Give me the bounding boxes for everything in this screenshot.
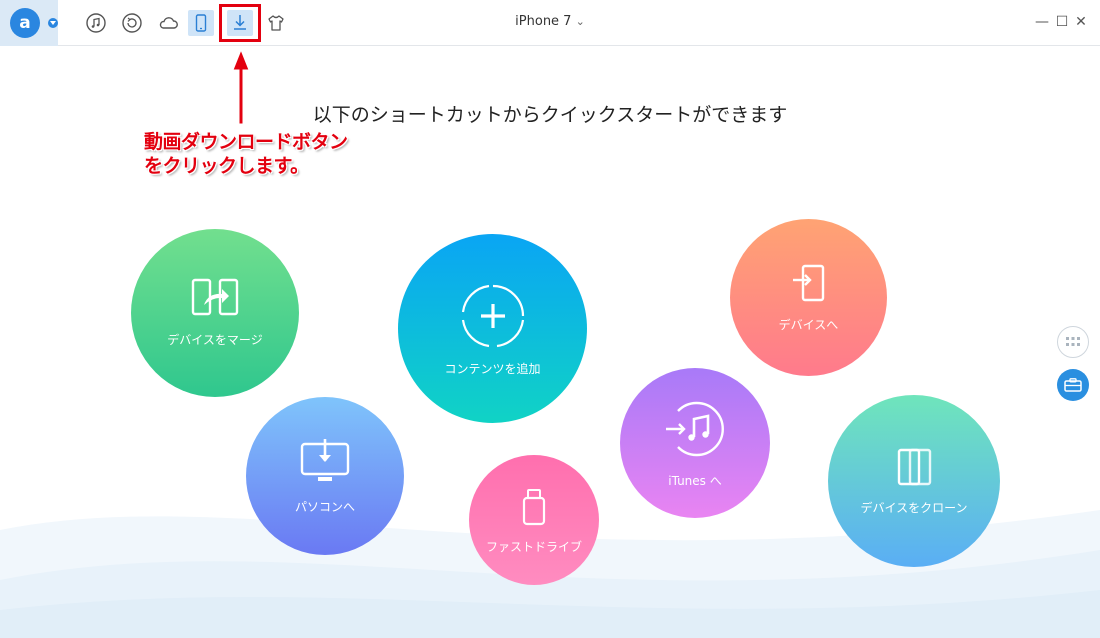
to-itunes-label: iTunes へ [668, 474, 722, 488]
cloud-icon[interactable] [155, 10, 181, 36]
to-computer-icon [300, 439, 350, 481]
to-device-button[interactable]: デバイスへ [730, 219, 887, 376]
flash-drive-icon [522, 489, 546, 526]
add-content-icon [461, 284, 524, 348]
restore-icon[interactable] [119, 10, 145, 36]
top-toolbar: a iPhone 7 ⌄ — ☐ ✕ [0, 0, 1100, 46]
toolbox-icon [1064, 378, 1082, 392]
annotation-line-1: 動画ダウンロードボタン [144, 131, 348, 153]
merge-devices-icon [191, 278, 239, 316]
music-icon[interactable] [83, 10, 109, 36]
clone-device-icon [897, 448, 932, 486]
device-selector[interactable]: iPhone 7 ⌄ [500, 14, 600, 29]
merge-devices-label: デバイスをマージ [167, 333, 263, 347]
add-content-label: コンテンツを追加 [444, 362, 541, 376]
to-device-icon [792, 264, 824, 302]
annotation-line-2: をクリックします。 [144, 155, 309, 177]
flash-drive-label: ファストドライブ [485, 540, 582, 554]
to-computer-label: パソコンへ [294, 500, 355, 514]
grid-view-button[interactable] [1057, 326, 1089, 358]
merge-devices-button[interactable]: デバイスをマージ [131, 229, 299, 397]
page-headline: 以下のショートカットからクイックスタートができます [312, 104, 788, 126]
annotation-callout: 動画ダウンロードボタン をクリックします。 [144, 130, 348, 178]
tshirt-icon[interactable] [263, 10, 289, 36]
to-itunes-button[interactable]: iTunes へ [620, 368, 770, 518]
annotation-arrow-icon [232, 48, 250, 125]
device-name: iPhone 7 [515, 14, 572, 29]
chevron-down-icon: ⌄ [575, 15, 585, 28]
maximize-button[interactable]: ☐ [1054, 13, 1070, 31]
to-itunes-icon [666, 401, 724, 457]
logo-menu-caret-icon[interactable] [48, 18, 58, 28]
to-computer-button[interactable]: パソコンへ [246, 397, 404, 555]
phone-icon[interactable] [188, 10, 214, 36]
clone-device-button[interactable]: デバイスをクローン [828, 395, 1000, 567]
flash-drive-button[interactable]: ファストドライブ [469, 455, 599, 585]
toolbox-button[interactable] [1057, 369, 1089, 401]
minimize-button[interactable]: — [1034, 13, 1050, 31]
grid-icon [1066, 337, 1080, 346]
add-content-button[interactable]: コンテンツを追加 [398, 234, 587, 423]
to-device-label: デバイスへ [778, 318, 839, 332]
download-highlight-box [219, 4, 261, 42]
app-logo-area[interactable]: a [0, 0, 58, 46]
clone-device-label: デバイスをクローン [860, 501, 968, 515]
close-button[interactable]: ✕ [1073, 13, 1089, 31]
app-logo[interactable]: a [10, 8, 40, 38]
